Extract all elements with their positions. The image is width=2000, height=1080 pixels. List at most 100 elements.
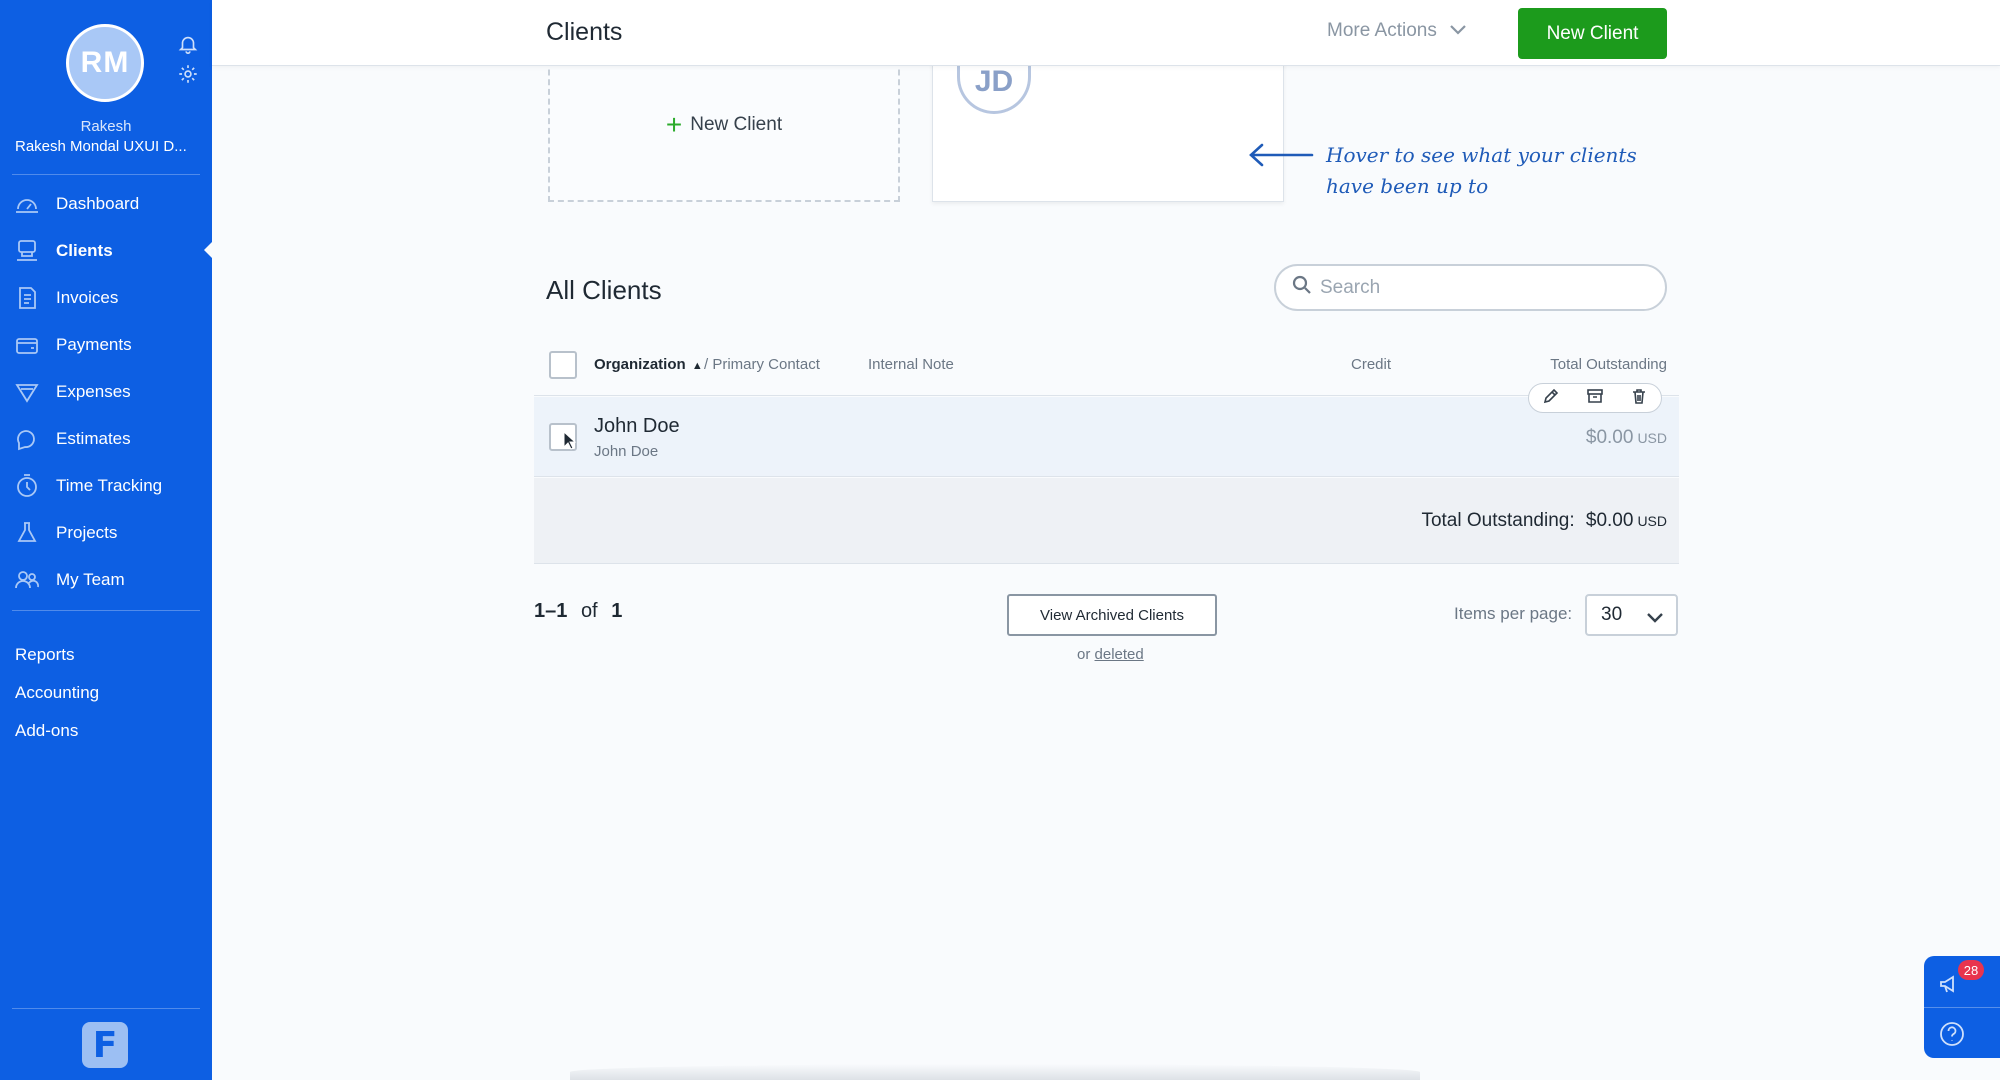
sidebar-item-invoices[interactable]: Invoices	[0, 274, 212, 321]
user-first-name: Rakesh	[80, 118, 132, 135]
hover-hint: Hover to see what your clients have been…	[1326, 143, 1637, 198]
arrow-left-icon	[1246, 140, 1316, 175]
select-all-checkbox[interactable]	[549, 351, 577, 379]
sidebar: RM Rakesh Rakesh Mondal UXUI D... Dashbo…	[0, 0, 212, 1080]
sidebar-divider	[12, 610, 200, 611]
more-actions-button[interactable]: More Actions	[1327, 20, 1467, 42]
sort-asc-icon: ▲	[691, 360, 703, 372]
logo-letter: F	[92, 1024, 118, 1066]
help-divider	[1924, 1007, 2000, 1008]
client-outstanding-amount: $0.00	[1585, 427, 1634, 448]
time-tracking-icon	[14, 473, 40, 499]
column-credit[interactable]: Credit	[1351, 356, 1391, 373]
team-icon	[14, 567, 40, 593]
column-organization-label: Organization	[594, 356, 686, 373]
client-outstanding: $0.00 USD	[1586, 427, 1667, 449]
new-client-button[interactable]: New Client	[1518, 8, 1667, 59]
gear-icon[interactable]	[176, 62, 200, 86]
edit-icon[interactable]	[1542, 387, 1560, 410]
top-bar: Clients More Actions New Client	[212, 0, 2000, 66]
sidebar-item-label: Expenses	[56, 381, 131, 401]
sidebar-item-reports[interactable]: Reports	[15, 636, 99, 674]
notification-badge: 28	[1958, 960, 1984, 980]
search-icon	[1292, 275, 1312, 300]
sidebar-item-label: Time Tracking	[56, 475, 163, 495]
view-archived-clients-button[interactable]: View Archived Clients	[1007, 594, 1217, 636]
sidebar-item-payments[interactable]: Payments	[0, 321, 212, 368]
sidebar-item-expenses[interactable]: Expenses	[0, 368, 212, 415]
column-organization[interactable]: Organization ▲	[594, 356, 703, 373]
plus-icon: +	[665, 109, 683, 140]
sidebar-item-label: Payments	[56, 334, 132, 354]
search-input[interactable]	[1320, 276, 1640, 299]
or-text: or	[1077, 646, 1091, 663]
sidebar-item-clients[interactable]: Clients	[0, 227, 212, 274]
projects-icon	[14, 520, 40, 546]
chevron-down-icon	[1449, 20, 1467, 42]
client-contact: John Doe	[594, 443, 659, 460]
megaphone-icon[interactable]	[1938, 972, 1962, 1001]
user-company[interactable]: Rakesh Mondal UXUI D...	[15, 138, 205, 155]
sidebar-item-label: Clients	[56, 240, 113, 260]
total-outstanding: Total Outstanding: $0.00 USD	[1421, 510, 1667, 532]
total-outstanding-label: Total Outstanding:	[1421, 510, 1575, 531]
bell-icon[interactable]	[176, 32, 200, 56]
total-outstanding-amount: $0.00	[1585, 510, 1634, 531]
total-outstanding-currency: USD	[1637, 513, 1667, 529]
row-actions	[1528, 383, 1662, 413]
client-card[interactable]: JD	[932, 50, 1284, 202]
sidebar-item-label: Dashboard	[56, 193, 140, 213]
bottom-shadow	[570, 1064, 1420, 1080]
sidebar-item-label: Projects	[56, 522, 118, 542]
cursor-icon	[563, 430, 577, 456]
estimates-icon	[14, 426, 40, 452]
total-row: Total Outstanding: $0.00 USD	[534, 478, 1679, 564]
pagination-total: 1	[611, 600, 623, 622]
deleted-clients-link-wrapper: or deleted	[1077, 646, 1144, 663]
clients-icon	[14, 238, 40, 264]
sidebar-item-label: Estimates	[56, 428, 131, 448]
chevron-down-icon	[1646, 608, 1664, 630]
help-icon[interactable]	[1938, 1020, 1966, 1053]
new-client-card-label: New Client	[690, 114, 783, 135]
avatar[interactable]: RM	[66, 24, 144, 102]
client-organization[interactable]: John Doe	[594, 415, 680, 438]
new-client-card[interactable]: + New Client	[548, 50, 900, 202]
table-row[interactable]: John Doe John Doe $0.00 USD	[534, 383, 1679, 477]
sidebar-divider	[12, 174, 200, 175]
expenses-icon	[14, 379, 40, 405]
sidebar-item-my-team[interactable]: My Team	[0, 556, 212, 603]
deleted-clients-link[interactable]: deleted	[1095, 646, 1144, 663]
page-title: Clients	[546, 18, 623, 46]
sidebar-item-projects[interactable]: Projects	[0, 509, 212, 556]
dashboard-icon	[14, 191, 40, 217]
sidebar-item-label: Invoices	[56, 287, 119, 307]
sidebar-item-add-ons[interactable]: Add-ons	[15, 712, 99, 750]
sidebar-secondary-nav: Reports Accounting Add-ons	[15, 636, 99, 750]
column-total-outstanding[interactable]: Total Outstanding	[1550, 356, 1667, 373]
pagination-range: 1–1	[534, 600, 568, 622]
help-widget: 28	[1924, 956, 2000, 1058]
search-box[interactable]	[1274, 264, 1667, 311]
more-actions-label: More Actions	[1327, 20, 1437, 41]
sidebar-nav: Dashboard Clients Invoices Payments Expe…	[0, 180, 212, 603]
items-per-page-label: Items per page:	[1454, 604, 1573, 623]
sidebar-item-dashboard[interactable]: Dashboard	[0, 180, 212, 227]
items-per-page-select[interactable]: 30	[1585, 594, 1678, 636]
sidebar-item-time-tracking[interactable]: Time Tracking	[0, 462, 212, 509]
freshbooks-logo[interactable]: F	[82, 1022, 128, 1068]
column-internal-note[interactable]: Internal Note	[868, 356, 954, 373]
client-outstanding-currency: USD	[1637, 430, 1667, 446]
invoices-icon	[14, 285, 40, 311]
sidebar-item-accounting[interactable]: Accounting	[15, 674, 99, 712]
sidebar-item-label: My Team	[56, 569, 125, 589]
table-header: Organization ▲ / Primary Contact Interna…	[534, 346, 1679, 396]
section-title: All Clients	[546, 275, 662, 305]
trash-icon[interactable]	[1630, 387, 1648, 410]
sidebar-item-estimates[interactable]: Estimates	[0, 415, 212, 462]
pagination-summary: 1–1 of 1	[534, 600, 622, 623]
payments-icon	[14, 332, 40, 358]
archive-icon[interactable]	[1586, 387, 1604, 410]
column-primary-contact[interactable]: / Primary Contact	[704, 356, 820, 373]
items-per-page-value: 30	[1601, 604, 1623, 625]
